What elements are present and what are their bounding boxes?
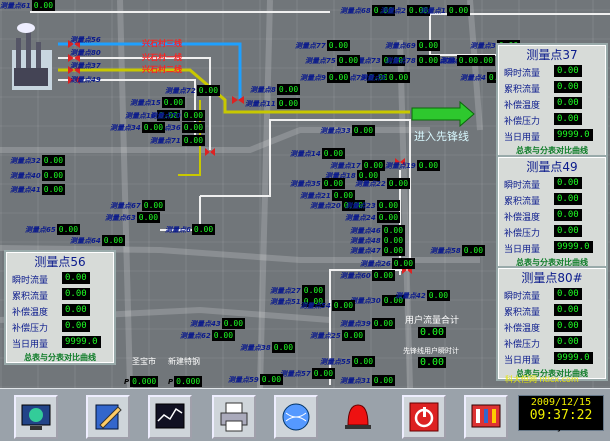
feed-point-56: 测量点56 — [70, 36, 101, 44]
measure-point[interactable]: 测量点1 0.00 — [420, 5, 471, 17]
network-button[interactable] — [274, 395, 318, 439]
line-label-2: 兴石村二线 — [142, 65, 182, 74]
print-button[interactable] — [212, 395, 256, 439]
user-flow-title: 用户流量合计 — [405, 316, 460, 326]
measure-point[interactable]: 测量点58 0.00 — [430, 245, 486, 257]
measure-point[interactable]: 测量点55 0.00 — [320, 356, 376, 368]
clock-time: 09:37:22 — [529, 408, 593, 423]
panel-point-80[interactable]: 测量点80# 瞬时流量 0.00 累积流量 0.00 补偿温度 0.00 补偿压力 0.… — [496, 266, 608, 381]
measure-point[interactable]: 测量点42 0.00 — [395, 290, 451, 302]
feed-point-37: 测量点37 — [70, 62, 101, 70]
measure-point[interactable]: 测量点57 0.00 — [280, 368, 336, 380]
panel-point-49[interactable]: 测量点49 瞬时流量 0.00 累积流量 0.00 补偿温度 0.00 补偿压力 0.0… — [496, 155, 608, 270]
measure-point[interactable]: 测量点59 0.00 — [228, 374, 284, 386]
measure-point[interactable]: 测量点31 0.00 — [340, 375, 396, 387]
power-icon — [409, 402, 439, 432]
measure-point[interactable]: 测量点64 0.00 — [70, 235, 126, 247]
brand-label: 科大恒网 ntlcx.com — [505, 375, 579, 384]
measure-point[interactable]: 测量点22 0.00 — [355, 178, 411, 190]
tools-button[interactable] — [464, 395, 508, 439]
monitor-button[interactable] — [14, 395, 58, 439]
measure-point[interactable]: 测量点23 0.00 — [345, 200, 401, 212]
measure-point[interactable]: 测量点78 0.00 — [385, 55, 441, 67]
compare-curve-link[interactable]: 总表与分表对比曲线 — [6, 352, 114, 363]
power-button[interactable] — [402, 395, 446, 439]
measure-point[interactable]: 测量点61 0.00 — [0, 0, 56, 12]
notepad-pen-icon — [95, 404, 122, 430]
feed-point-80: 测量点80 — [70, 49, 101, 57]
pressure-1: P 0.000 — [124, 376, 159, 387]
toolbox-icon — [471, 404, 501, 428]
pipeline-map: 测量点56 测量点80 测量点37 测量点49 兴石村三线 兴石村一线 兴石村二… — [0, 0, 610, 388]
user-flow-value: 0.00 — [418, 327, 447, 338]
measure-point[interactable]: 测量点8 0.00 — [250, 84, 301, 96]
enter-xianfeng-label[interactable]: 进入先锋线 — [414, 128, 469, 144]
current-user: ntllyb — [538, 423, 567, 432]
label-shengbao: 圣宝市 — [132, 357, 156, 366]
factory-icon — [12, 23, 52, 90]
user-flow-sub-value: 0.00 — [418, 357, 447, 368]
measure-point[interactable]: 测量点24 0.00 — [345, 212, 401, 224]
measure-point[interactable]: 测量点43 0.00 — [190, 318, 246, 330]
measure-point[interactable]: 测量点72 0.00 — [165, 85, 221, 97]
globe-monitor-icon — [21, 404, 51, 430]
panel-title: 测量点80# — [521, 271, 583, 285]
feed-point-49: 测量点49 — [70, 76, 101, 84]
label-xinjian: 新建特钢 — [168, 357, 200, 366]
measure-point[interactable]: 测量点6 0.00 — [165, 224, 216, 236]
measure-point[interactable]: 测量点75 0.00 — [305, 55, 361, 67]
user-flow-sub: 先锋线用户瞬时计 — [403, 347, 459, 355]
pressure-2: P 0.000 — [168, 376, 203, 387]
line-label-1: 兴石村一线 — [142, 53, 182, 62]
measure-point[interactable]: 测量点26 0.00 — [360, 258, 416, 270]
measure-point[interactable]: 测量点35 0.00 — [290, 178, 346, 190]
line-label-3: 兴石村三线 — [142, 39, 182, 48]
panel-title: 测量点37 — [526, 48, 578, 62]
measure-point[interactable]: 测量点54 0.00 — [300, 300, 356, 312]
measure-point[interactable]: 测量点34 0.00 — [110, 122, 166, 134]
measure-point[interactable]: 测量点67 0.00 — [110, 200, 166, 212]
measure-point[interactable]: 测量点15 0.00 — [130, 97, 186, 109]
trend-button[interactable] — [148, 395, 192, 439]
panel-point-56[interactable]: 测量点56 瞬时流量 0.00 累积流量 0.00 补偿温度 0.00 补偿压力 0.0… — [4, 250, 116, 365]
measure-point[interactable]: 测量点39 0.00 — [340, 318, 396, 330]
measure-point[interactable]: 测量点38 0.00 — [240, 342, 296, 354]
measure-point[interactable]: 测量点19 0.00 — [385, 160, 441, 172]
measure-point[interactable]: 测量点25 0.00 — [310, 330, 366, 342]
measure-point[interactable]: 测量点70 0.00 — [150, 110, 206, 122]
panel-point-37[interactable]: 测量点37 瞬时流量 0.00 累积流量 0.00 补偿温度 0.00 补偿压力 0.0… — [496, 43, 608, 158]
panel-title: 测量点56 — [34, 255, 86, 269]
measure-point[interactable]: 测量点60 0.00 — [340, 270, 396, 282]
alarm-button[interactable] — [338, 395, 378, 435]
clock-date: 2009/12/15 — [530, 397, 592, 408]
alarm-light-icon — [345, 404, 371, 429]
measure-point[interactable]: 测量点69 0.00 — [385, 40, 441, 52]
measure-point[interactable]: 测量点14 0.00 — [290, 148, 346, 160]
measure-point[interactable]: 测量点63 0.00 — [105, 212, 161, 224]
measure-point[interactable]: 测量点40 0.00 — [10, 170, 66, 182]
edit-button[interactable] — [86, 395, 130, 439]
network-globe-icon — [282, 403, 310, 431]
measure-point[interactable]: 测量点33 0.00 — [320, 125, 376, 137]
measure-point[interactable]: 测量点5 0.00 — [360, 72, 411, 84]
bottom-toolbar: 2009/12/15 09:37:22 — [0, 388, 610, 441]
measure-point[interactable]: 测量点9 0.00 — [300, 72, 351, 84]
measure-point[interactable]: 测量点32 0.00 — [10, 155, 66, 167]
measure-point[interactable]: 测量点41 0.00 — [10, 184, 66, 196]
panel-title: 测量点49 — [526, 160, 578, 174]
printer-icon — [220, 402, 248, 432]
measure-point[interactable]: 测量点47 0.00 — [350, 245, 406, 257]
measure-point[interactable]: 测量点77 0.00 — [295, 40, 351, 52]
measure-point[interactable]: 测量点71 0.00 — [150, 135, 206, 147]
trend-chart-icon — [155, 403, 185, 429]
measure-point[interactable]: 测量点62 0.00 — [180, 330, 236, 342]
measure-point[interactable]: 测量点11 0.00 — [245, 98, 301, 110]
